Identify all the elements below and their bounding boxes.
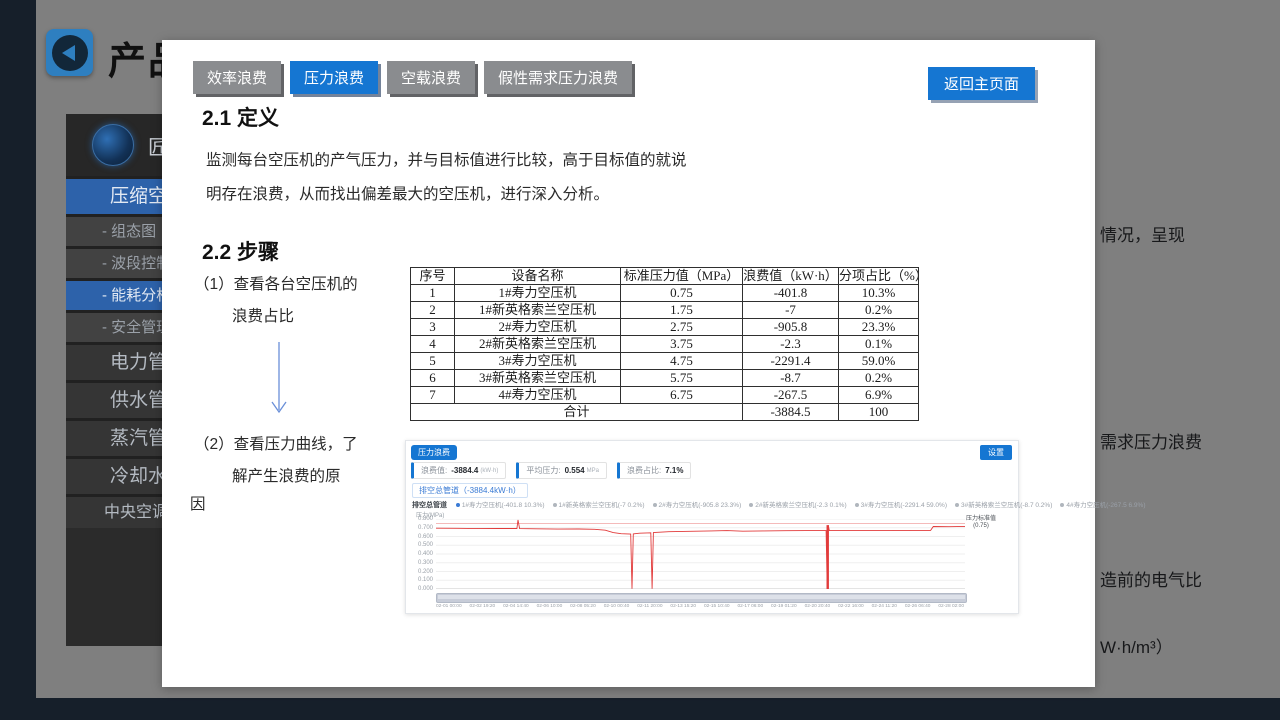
step-1-text: 浪费占比 (232, 304, 294, 326)
column-header: 标准压力值（MPa） (621, 268, 743, 285)
x-tick: 02-11 20:00 (637, 604, 662, 609)
chart-scrollbar-thumb[interactable] (438, 595, 965, 599)
table-body: 11#寿力空压机0.75-401.810.3%21#新英格索兰空压机1.75-7… (411, 285, 919, 404)
y-tick: 0.700 (418, 525, 433, 531)
x-tick: 02-10 00:40 (604, 604, 630, 609)
x-tick: 02-13 15:20 (670, 604, 696, 609)
definition-text: 监测每台空压机的产气压力，并与目标值进行比较，高于目标值的就说 明存在浪费，从而… (206, 144, 687, 212)
x-tick: 02-15 10:40 (704, 604, 730, 609)
waste-table: 序号设备名称标准压力值（MPa）浪费值（kW·h）分项占比（%） 11#寿力空压… (410, 267, 919, 421)
x-tick: 02-19 01:20 (771, 604, 797, 609)
chart-plot-area (436, 519, 965, 589)
x-tick: 02-24 11:20 (872, 604, 897, 609)
monitor-screenshot: 压力浪费 设置 浪费值:-3884.4(kW·h)平均压力:0.554MPa浪费… (405, 440, 1019, 614)
step-1-text: （1）查看各台空压机的 (194, 272, 358, 294)
definition-line: 明存在浪费，从而找出偏差最大的空压机，进行深入分析。 (206, 178, 687, 212)
y-axis-ticks: 0.800 0.700 0.600 0.500 0.400 0.300 0.200 0.100… (410, 519, 434, 589)
table-row: 63#新英格索兰空压机5.75-8.70.2% (411, 370, 919, 387)
panel-tag: 压力浪费 (411, 445, 457, 460)
x-tick: 02-06 10:00 (537, 604, 563, 609)
column-header: 分项占比（%） (839, 268, 919, 285)
y-tick: 0.100 (418, 577, 433, 583)
legend-item[interactable]: 4#寿力空压机(-267.5 6.9%) (1060, 502, 1145, 509)
table-row: 11#寿力空压机0.75-401.810.3% (411, 285, 919, 302)
y-tick: 0.200 (418, 569, 433, 575)
steps-heading: 2.2 步骤 (202, 236, 279, 266)
step-2-text: （2）查看压力曲线，了 (194, 432, 358, 454)
legend-item[interactable]: 1#新英格索兰空压机(-7 0.2%) (553, 502, 645, 509)
background-text-fragment: W·h/m³） (1100, 633, 1173, 658)
column-header: 序号 (411, 268, 455, 285)
step-2-text: 因 (190, 492, 206, 514)
legend-row: 排空总管道 1#寿力空压机(-401.8 10.3%) 1#新英格索兰空压机(-7… (412, 499, 1154, 510)
table-footer-waste: -3884.5 (743, 404, 839, 421)
stat-box: 浪费值:-3884.4(kW·h) (411, 462, 506, 479)
column-header: 设备名称 (455, 268, 621, 285)
x-axis-ticks: 02-01 00:00 02-02 19:20 02-04 14:40 02-06 1… (436, 604, 964, 609)
definition-line: 监测每台空压机的产气压力，并与目标值进行比较，高于目标值的就说 (206, 144, 687, 178)
step-2-text: 解产生浪费的原 (232, 464, 341, 486)
back-icon[interactable] (46, 29, 93, 76)
legend-item[interactable]: 3#新英格索兰空压机(-8.7 0.2%) (955, 502, 1052, 509)
table-footer-label: 合计 (411, 404, 743, 421)
chart-scrollbar[interactable] (436, 593, 967, 603)
legend-item[interactable]: 2#新英格索兰空压机(-2.3 0.1%) (749, 502, 846, 509)
table-header-row: 序号设备名称标准压力值（MPa）浪费值（kW·h）分项占比（%） (411, 268, 919, 285)
return-home-button[interactable]: 返回主页面 (928, 67, 1035, 100)
tab-假性需求压力浪费[interactable]: 假性需求压力浪费 (484, 61, 632, 94)
legend-item[interactable]: 1#寿力空压机(-401.8 10.3%) (456, 502, 545, 509)
y-tick: 0.300 (418, 560, 433, 566)
tab-bar: 效率浪费压力浪费空载浪费假性需求压力浪费 (193, 61, 641, 94)
y-tick: 0.400 (418, 551, 433, 557)
stat-box: 平均压力:0.554MPa (516, 462, 607, 479)
table-footer-pct: 100 (839, 404, 919, 421)
table-row: 42#新英格索兰空压机3.75-2.30.1% (411, 336, 919, 353)
pressure-chart: 压力(MPa) 0.8000.7000.6000.5000.4000.3000.… (410, 511, 1014, 611)
x-tick: 02-26 06:40 (905, 604, 931, 609)
background-text-fragment: 需求压力浪费 (1100, 428, 1202, 453)
table-row: 21#新英格索兰空压机1.75-70.2% (411, 302, 919, 319)
panel-action-button[interactable]: 设置 (980, 445, 1012, 460)
definition-heading: 2.1 定义 (202, 102, 279, 132)
x-tick: 02-20 20:40 (805, 604, 831, 609)
y-tick: 0.600 (418, 534, 433, 540)
table-footer-row: 合计 -3884.5 100 (411, 404, 919, 421)
sidebar-logo-icon (92, 124, 134, 166)
desktop-edge-bottom (0, 698, 1280, 720)
table-row: 53#寿力空压机4.75-2291.459.0% (411, 353, 919, 370)
down-arrow-icon (268, 340, 290, 422)
desktop-edge-left (0, 0, 36, 720)
table-row: 32#寿力空压机2.75-905.823.3% (411, 319, 919, 336)
x-tick: 02-17 06:00 (737, 604, 763, 609)
x-tick: 02-28 02:00 (938, 604, 964, 609)
back-triangle-icon (62, 45, 75, 61)
content-panel: 效率浪费压力浪费空载浪费假性需求压力浪费 返回主页面 2.1 定义 监测每台空压… (162, 40, 1095, 687)
standard-value-label: 压力标准值 (0.75) (966, 516, 996, 530)
legend-title: 排空总管道 (412, 502, 447, 509)
legend-item[interactable]: 3#寿力空压机(-2291.4 59.0%) (855, 502, 947, 509)
table-row: 74#寿力空压机6.75-267.56.9% (411, 387, 919, 404)
tab-效率浪费[interactable]: 效率浪费 (193, 61, 281, 94)
tab-压力浪费[interactable]: 压力浪费 (290, 61, 378, 94)
x-tick: 02-04 14:40 (503, 604, 529, 609)
legend-item[interactable]: 2#寿力空压机(-905.8 23.3%) (653, 502, 742, 509)
y-tick: 0.500 (418, 542, 433, 548)
x-tick: 02-02 19:20 (470, 604, 496, 609)
back-icon-circle (52, 35, 88, 71)
y-tick: 0.800 (418, 516, 433, 522)
stat-box: 浪费占比:7.1% (617, 462, 691, 479)
x-tick: 02-01 00:00 (436, 604, 462, 609)
y-tick: 0.000 (418, 586, 433, 592)
tab-空载浪费[interactable]: 空载浪费 (387, 61, 475, 94)
pipeline-link[interactable]: 排空总管道（-3884.4kW·h） (412, 483, 528, 498)
background-text-fragment: 情况，呈现 (1100, 221, 1185, 246)
column-header: 浪费值（kW·h） (743, 268, 839, 285)
x-tick: 02-08 05:20 (570, 604, 596, 609)
x-axis: 02-01 00:00 02-02 19:20 02-04 14:40 02-06 1… (436, 604, 976, 610)
x-tick: 02-22 16:00 (838, 604, 864, 609)
background-text-fragment: 造前的电气比 (1100, 566, 1202, 591)
stats-row: 浪费值:-3884.4(kW·h) 平均压力:0.554MPa 浪费占比:7.1% (411, 462, 691, 479)
